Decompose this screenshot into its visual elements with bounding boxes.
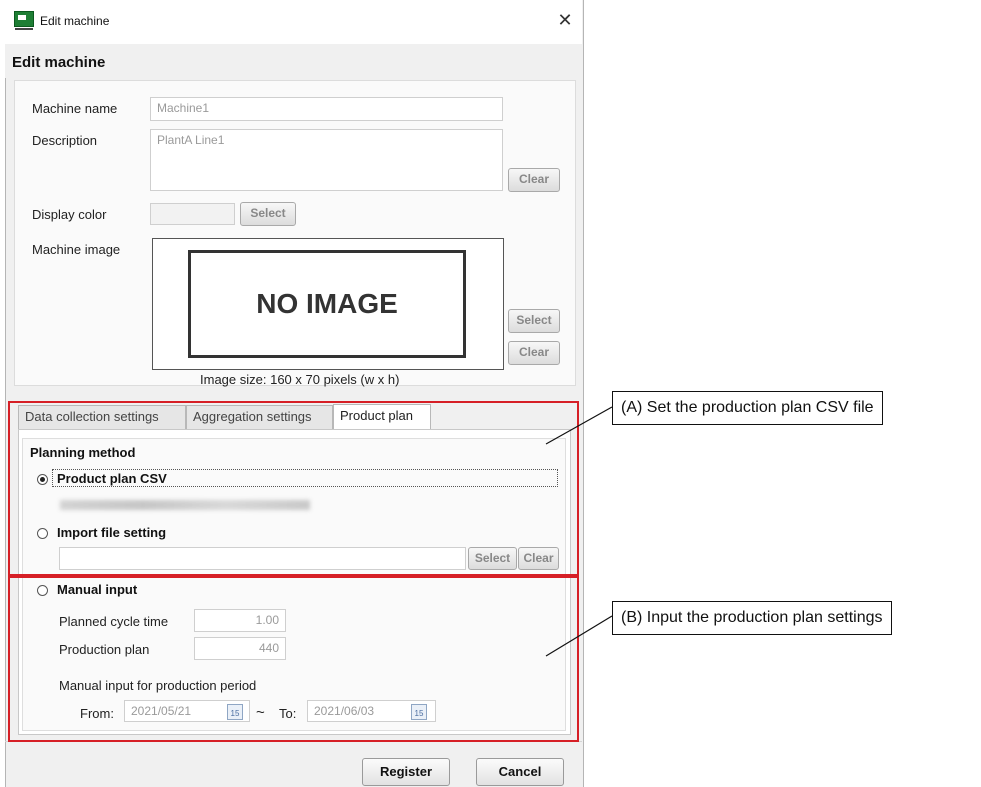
callout-a-leader [545,406,613,445]
description-clear-button[interactable]: Clear [508,168,560,192]
machine-image-label: Machine image [32,242,121,257]
machine-name-label: Machine name [32,101,118,116]
no-image-placeholder: NO IMAGE [188,250,466,358]
close-icon[interactable]: ✕ [553,8,577,32]
window-title: Edit machine [40,14,110,28]
highlight-box-b [8,576,579,742]
callout-leader-lines [545,406,613,657]
cancel-button[interactable]: Cancel [476,758,564,786]
callout-a: (A) Set the production plan CSV file [612,391,883,425]
register-button[interactable]: Register [362,758,450,786]
highlight-box-a [8,401,579,576]
image-size-note: Image size: 160 x 70 pixels (w x h) [200,372,400,387]
display-color-label: Display color [32,207,107,222]
description-label: Description [32,133,98,148]
display-color-swatch[interactable] [150,203,235,225]
display-color-select-button[interactable]: Select [240,202,296,226]
app-icon [14,11,34,30]
page-title: Edit machine [12,54,106,71]
image-clear-button[interactable]: Clear [508,341,560,365]
image-select-button[interactable]: Select [508,309,560,333]
description-input[interactable]: PlantA Line1 [150,129,503,191]
callout-b-leader [545,615,613,657]
machine-name-input[interactable]: Machine1 [150,97,503,121]
callout-b: (B) Input the production plan settings [612,601,892,635]
